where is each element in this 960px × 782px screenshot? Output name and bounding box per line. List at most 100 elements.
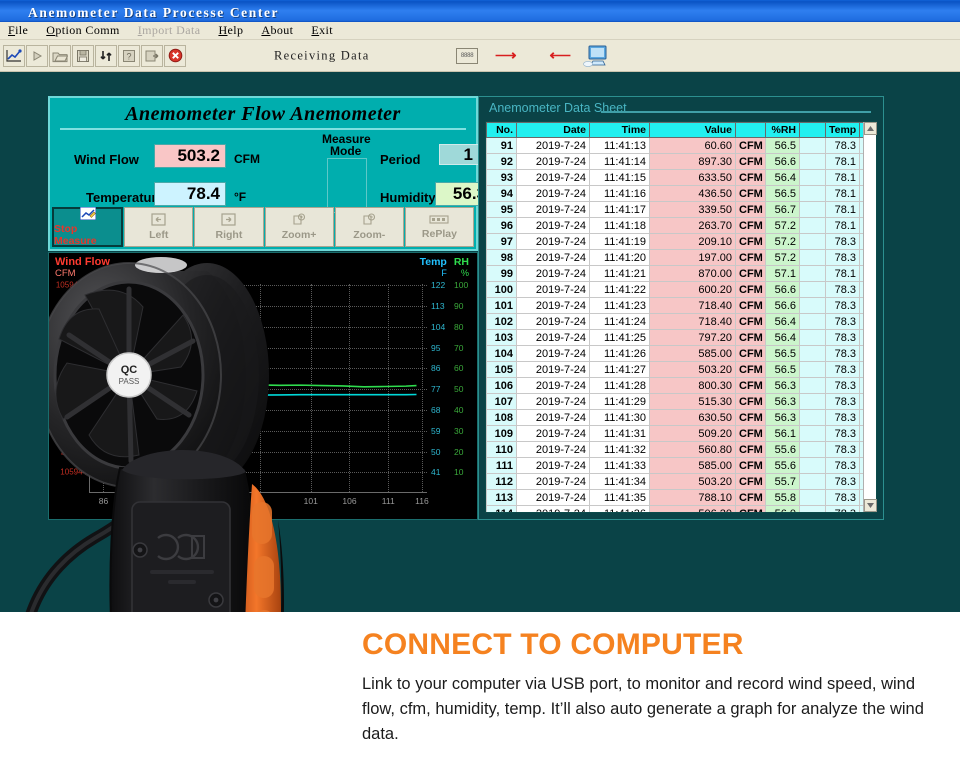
table-row[interactable]: 992019-7-2411:41:21870.00CFM57.178.1F: [486, 265, 863, 282]
menu-item-option-comm[interactable]: Option Comm: [44, 23, 121, 38]
table-row[interactable]: 1082019-7-2411:41:30630.50CFM56.378.3F: [486, 409, 863, 426]
transfer-button[interactable]: [95, 44, 117, 67]
menu-item-help[interactable]: Help: [216, 23, 245, 38]
row-temperature: 78.3: [825, 297, 860, 314]
row-number: 108: [486, 409, 517, 426]
right-button[interactable]: Right: [194, 207, 264, 247]
row-temperature: 78.1: [825, 153, 860, 170]
row-number: 101: [486, 297, 517, 314]
chart-ytick-rh: 10: [454, 467, 464, 478]
play-button[interactable]: [26, 44, 48, 67]
table-row[interactable]: 1032019-7-2411:41:25797.20CFM56.478.3F: [486, 329, 863, 346]
measure-mode-box[interactable]: [327, 158, 367, 213]
row-value: 633.50: [649, 169, 736, 186]
arrow-right-icon: ⟶: [495, 47, 517, 64]
table-row[interactable]: 932019-7-2411:41:15633.50CFM56.478.1F: [486, 169, 863, 186]
table-row[interactable]: 912019-7-2411:41:1360.60CFM56.578.3F: [486, 137, 863, 154]
row-temperature: 78.1: [825, 217, 860, 234]
row-date: 2019-7-24: [516, 297, 590, 314]
menu-item-file[interactable]: File: [6, 23, 30, 38]
row-date: 2019-7-24: [516, 329, 590, 346]
table-row[interactable]: 1022019-7-2411:41:24718.40CFM56.478.3F: [486, 313, 863, 330]
table-row[interactable]: 1012019-7-2411:41:23718.40CFM56.678.3F: [486, 297, 863, 314]
chart-ytick-rh: 80: [454, 321, 464, 332]
row-value: 718.40: [649, 297, 736, 314]
row-number: 92: [486, 153, 517, 170]
row-value: 870.00: [649, 265, 736, 282]
panel-title: Anemometer Flow Anemometer: [125, 103, 401, 125]
scroll-down-icon[interactable]: [864, 499, 877, 512]
table-row[interactable]: 1142019-7-2411:41:36506.20CFM56.078.3F: [486, 505, 863, 512]
table-row[interactable]: 1072019-7-2411:41:29515.30CFM56.378.3F: [486, 393, 863, 410]
zoom-out-button[interactable]: Zoom-: [334, 207, 404, 247]
row-number: 97: [486, 233, 517, 250]
row-temperature: 78.3: [825, 137, 860, 154]
row-humidity: 56.6: [765, 153, 800, 170]
lcd-display-icon: 8888: [456, 47, 478, 64]
row-value-unit: CFM: [735, 425, 766, 442]
table-row[interactable]: 942019-7-2411:41:16436.50CFM56.578.1F: [486, 185, 863, 202]
chart-ytick-rh: 20: [454, 446, 464, 457]
table-row[interactable]: 1122019-7-2411:41:34503.20CFM55.778.3F: [486, 473, 863, 490]
table-header-cell-blank6[interactable]: [799, 122, 826, 138]
row-date: 2019-7-24: [516, 361, 590, 378]
table-row[interactable]: 1042019-7-2411:41:26585.00CFM56.578.3F: [486, 345, 863, 362]
table-header-cell-date[interactable]: Date: [516, 122, 590, 138]
table-header-cell-time[interactable]: Time: [589, 122, 650, 138]
period-input[interactable]: 1: [439, 144, 479, 165]
table-row[interactable]: 1002019-7-2411:41:22600.20CFM56.678.3F: [486, 281, 863, 298]
table-header-cell-blank4[interactable]: [735, 122, 766, 138]
wind-flow-unit: CFM: [234, 152, 260, 166]
row-number: 95: [486, 201, 517, 218]
row-value: 515.30: [649, 393, 736, 410]
panel-button-row: Stop Measure Left Right Zoom+ Zoom- RePl…: [52, 206, 475, 247]
table-row[interactable]: 1092019-7-2411:41:31509.20CFM56.178.3F: [486, 425, 863, 442]
row-temperature: 78.3: [825, 505, 860, 512]
row-value-unit: CFM: [735, 185, 766, 202]
table-row[interactable]: 982019-7-2411:41:20197.00CFM57.278.3F: [486, 249, 863, 266]
save-button[interactable]: [72, 44, 94, 67]
table-row[interactable]: 952019-7-2411:41:17339.50CFM56.778.1F: [486, 201, 863, 218]
table-vertical-scrollbar[interactable]: [863, 122, 877, 512]
table-header-cell-no[interactable]: No.: [486, 122, 517, 138]
row-time: 11:41:15: [589, 169, 650, 186]
table-row[interactable]: 1132019-7-2411:41:35788.10CFM55.878.3F: [486, 489, 863, 506]
row-humidity: 56.3: [765, 393, 800, 410]
table-row[interactable]: 972019-7-2411:41:19209.10CFM57.278.3F: [486, 233, 863, 250]
export-button[interactable]: [141, 44, 163, 67]
table-header-cell-rh[interactable]: %RH: [765, 122, 800, 138]
row-time: 11:41:21: [589, 265, 650, 282]
row-value-unit: CFM: [735, 489, 766, 506]
row-value-unit: CFM: [735, 313, 766, 330]
zoom-in-button[interactable]: Zoom+: [264, 207, 334, 247]
humidity-label: Humidity: [380, 190, 436, 205]
row-number: 102: [486, 313, 517, 330]
help-button[interactable]: ?: [118, 44, 140, 67]
menu-item-about[interactable]: About: [259, 23, 295, 38]
chart-view-button[interactable]: [3, 44, 25, 67]
open-file-button[interactable]: [49, 44, 71, 67]
table-header-cell-value[interactable]: Value: [649, 122, 736, 138]
stop-button[interactable]: [164, 44, 186, 67]
table-row[interactable]: 922019-7-2411:41:14897.30CFM56.678.1F: [486, 153, 863, 170]
row-value: 503.20: [649, 473, 736, 490]
menu-item-exit[interactable]: Exit: [309, 23, 335, 38]
row-number: 110: [486, 441, 517, 458]
row-value-unit: CFM: [735, 233, 766, 250]
scroll-up-icon[interactable]: [864, 122, 877, 135]
stop-measure-button[interactable]: Stop Measure: [52, 206, 124, 247]
table-row[interactable]: 1052019-7-2411:41:27503.20CFM56.578.3F: [486, 361, 863, 378]
row-gap: [799, 313, 826, 330]
left-button[interactable]: Left: [124, 207, 194, 247]
table-row[interactable]: 1112019-7-2411:41:33585.00CFM55.678.3F: [486, 457, 863, 474]
table-row[interactable]: 1062019-7-2411:41:28800.30CFM56.378.3F: [486, 377, 863, 394]
row-date: 2019-7-24: [516, 345, 590, 362]
row-value: 788.10: [649, 489, 736, 506]
table-row[interactable]: 1102019-7-2411:41:32560.80CFM55.678.3F: [486, 441, 863, 458]
row-time: 11:41:36: [589, 505, 650, 512]
meter-control-panel: Anemometer Flow Anemometer Wind Flow 503…: [48, 96, 527, 251]
table-row[interactable]: 962019-7-2411:41:18263.70CFM57.278.1F: [486, 217, 863, 234]
table-header-cell-temp[interactable]: Temp: [825, 122, 860, 138]
row-date: 2019-7-24: [516, 457, 590, 474]
replay-button[interactable]: RePlay: [404, 207, 475, 247]
